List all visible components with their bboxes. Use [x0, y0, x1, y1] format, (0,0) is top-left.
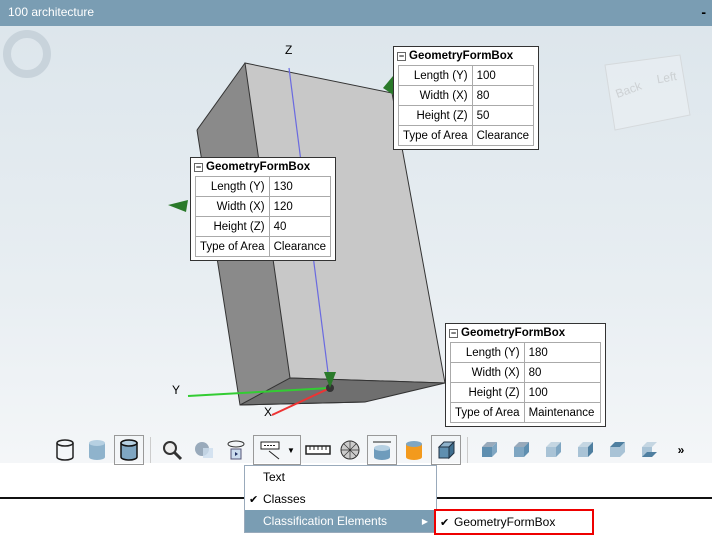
- view-front-button[interactable]: [474, 435, 504, 465]
- property-value: Clearance: [268, 236, 332, 257]
- annotation-dropdown-button[interactable]: ▼: [253, 435, 301, 465]
- property-label: Type of Area: [398, 125, 473, 146]
- property-label: Height (Z): [398, 105, 473, 126]
- view-cube[interactable]: Back Left: [604, 54, 691, 131]
- section-view-button[interactable]: [189, 435, 219, 465]
- cube-view-icon: [482, 442, 497, 457]
- title-bar: 100 architecture -: [0, 0, 712, 26]
- property-label: Height (Z): [450, 382, 525, 403]
- mesh-button[interactable]: [335, 435, 365, 465]
- menu-item-label: Classes: [263, 492, 306, 506]
- menu-item-text[interactable]: Text: [245, 466, 436, 488]
- property-value: 130: [268, 176, 332, 197]
- cube-view-icon: [642, 442, 657, 457]
- label-pointer-icon: [260, 441, 280, 460]
- property-label: Width (X): [450, 362, 525, 383]
- cylinder-outline-icon: [56, 439, 74, 461]
- cylinder-cut-icon: [406, 441, 422, 460]
- property-value: 80: [523, 362, 601, 383]
- cut-view-button[interactable]: [399, 435, 429, 465]
- cylinder-edges-icon: [120, 439, 138, 461]
- z-axis-label: Z: [285, 43, 292, 57]
- view-toolbar: ▼ »: [50, 432, 696, 468]
- property-value: 50: [471, 105, 535, 126]
- menu-item-classification-elements[interactable]: Classification Elements ▶: [245, 510, 436, 532]
- y-axis-label: Y: [172, 383, 180, 397]
- submenu-item-label: GeometryFormBox: [454, 515, 556, 529]
- collapse-icon[interactable]: −: [194, 162, 203, 172]
- submenu-arrow-icon: ▶: [421, 516, 428, 526]
- property-label: Width (X): [195, 196, 270, 217]
- property-value: 100: [523, 382, 601, 403]
- sphere-section-icon: [195, 442, 213, 458]
- annotation-menu: Text ✔ Classes Classification Elements ▶: [244, 465, 437, 533]
- menu-item-label: Text: [263, 470, 286, 484]
- checkmark-icon: ✔: [440, 516, 450, 529]
- panel-title: GeometryFormBox: [206, 161, 311, 173]
- cube-icon: [437, 440, 456, 460]
- submenu-item-geometryformbox[interactable]: ✔ GeometryFormBox: [434, 509, 594, 535]
- property-label: Width (X): [398, 85, 473, 106]
- ruler-icon: [305, 445, 331, 455]
- grip-icon: [168, 200, 188, 212]
- view-left-button[interactable]: [538, 435, 568, 465]
- view-back-button[interactable]: [506, 435, 536, 465]
- property-value: 80: [471, 85, 535, 106]
- checkmark-icon: ✔: [249, 493, 259, 506]
- property-label: Length (Y): [450, 342, 525, 363]
- mesh-sphere-icon: [340, 440, 360, 460]
- panel-title: GeometryFormBox: [409, 50, 514, 62]
- property-value: Clearance: [471, 125, 535, 146]
- property-value: Maintenance: [523, 402, 601, 423]
- orbit-icon: [227, 440, 245, 460]
- magnifier-icon: [163, 441, 183, 461]
- property-value: 180: [523, 342, 601, 363]
- shaded-cylinder-button[interactable]: [82, 435, 112, 465]
- property-value: 100: [471, 65, 535, 86]
- minimize-button[interactable]: -: [701, 4, 706, 20]
- menu-item-classes[interactable]: ✔ Classes: [245, 488, 436, 510]
- wireframe-cylinder-button[interactable]: [50, 435, 80, 465]
- view-right-button[interactable]: [570, 435, 600, 465]
- property-label: Height (Z): [195, 216, 270, 237]
- cylinder-shaded-icon: [89, 440, 105, 460]
- property-value: 120: [268, 196, 332, 217]
- chevron-down-icon[interactable]: ▼: [287, 446, 295, 455]
- panel-title: GeometryFormBox: [461, 327, 566, 339]
- zoom-extents-button[interactable]: [157, 435, 187, 465]
- view-top-button[interactable]: [602, 435, 632, 465]
- property-label: Type of Area: [450, 402, 525, 423]
- cube-view-icon: [546, 442, 561, 457]
- property-value: 40: [268, 216, 332, 237]
- cylinder-dimension-icon: [373, 441, 391, 460]
- more-tools-button[interactable]: »: [666, 435, 696, 465]
- shaded-edges-cylinder-button[interactable]: [114, 435, 144, 465]
- x-axis-label: X: [264, 405, 272, 419]
- cube-view-icon: [578, 442, 593, 457]
- property-label: Length (Y): [195, 176, 270, 197]
- collapse-icon[interactable]: −: [397, 51, 406, 61]
- property-label: Type of Area: [195, 236, 270, 257]
- property-label: Length (Y): [398, 65, 473, 86]
- solid-cube-button[interactable]: [431, 435, 461, 465]
- measure-button[interactable]: [303, 435, 333, 465]
- cube-view-icon: [514, 442, 529, 457]
- geometry-form-box-panel: − GeometryFormBox Length (Y) 100 Width (X)…: [393, 46, 539, 150]
- window-title: 100 architecture: [8, 5, 95, 19]
- dimension-button[interactable]: [367, 435, 397, 465]
- rotate-button[interactable]: [221, 435, 251, 465]
- geometry-form-box-panel: − GeometryFormBox Length (Y) 180 Width (X)…: [445, 323, 606, 427]
- geometry-form-box-panel: − GeometryFormBox Length (Y) 130 Width (X)…: [190, 157, 336, 261]
- menu-item-label: Classification Elements: [263, 514, 388, 528]
- cube-view-icon: [610, 442, 625, 457]
- view-bottom-button[interactable]: [634, 435, 664, 465]
- collapse-icon[interactable]: −: [449, 328, 458, 338]
- navigation-wheel-icon[interactable]: [3, 30, 51, 78]
